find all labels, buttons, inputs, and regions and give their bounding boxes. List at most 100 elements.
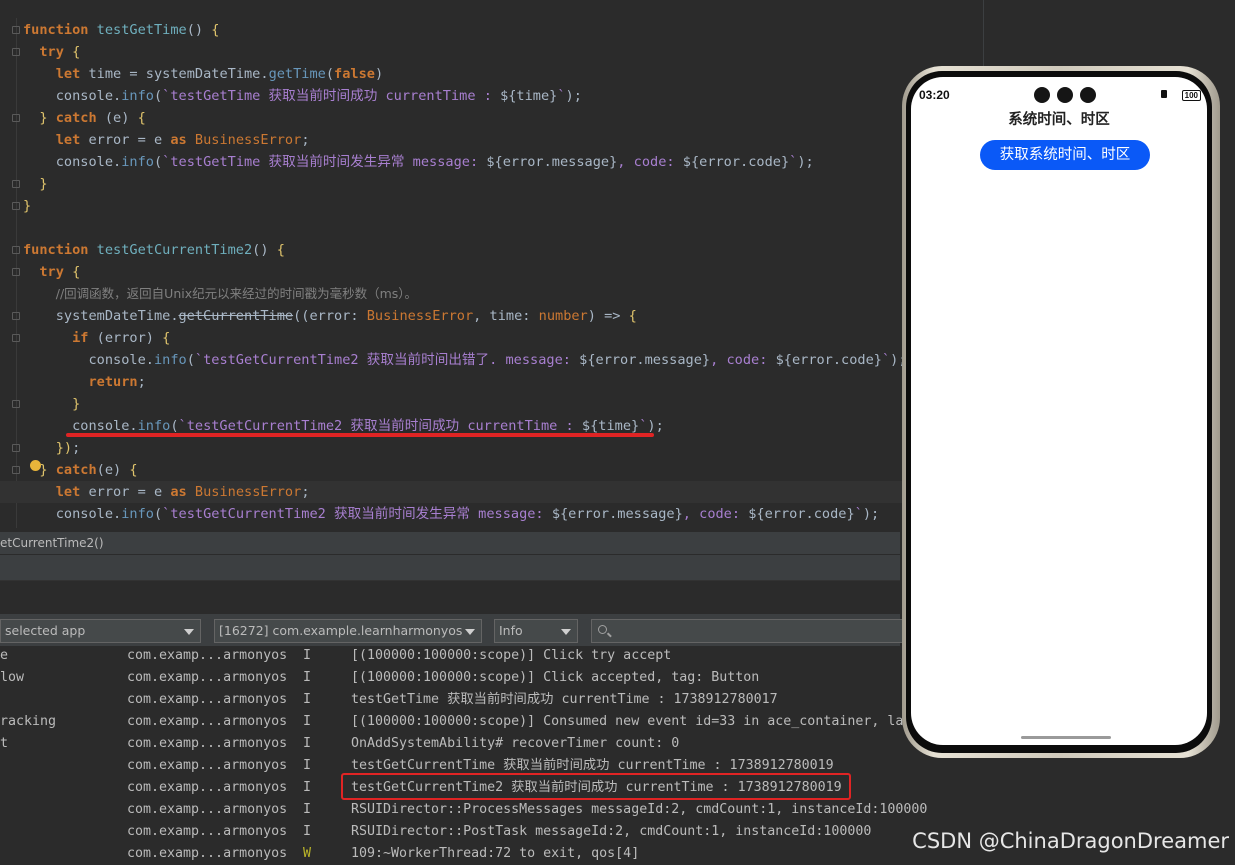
log-level: I — [303, 692, 312, 707]
code-line[interactable]: return; — [0, 371, 145, 393]
code-token: catch — [55, 462, 97, 478]
code-line[interactable]: systemDateTime.getCurrentTime((error: Bu… — [0, 305, 637, 327]
camera-icon — [1034, 87, 1050, 103]
code-line[interactable]: console.info(`testGetCurrentTime2 获取当前时间… — [0, 349, 906, 371]
log-row[interactable]: e com.examp...armonyos I [(100000:100000:sc… — [0, 645, 900, 667]
code-token: catch — [55, 110, 105, 126]
breadcrumb[interactable]: etCurrentTime2() — [0, 532, 900, 554]
code-token: , time: — [473, 308, 539, 324]
chevron-down-icon — [465, 629, 475, 635]
code-token: BusinessError — [366, 308, 474, 324]
code-line[interactable]: } — [0, 173, 48, 195]
code-line[interactable]: } catch (e) { — [0, 107, 146, 129]
code-token: number — [538, 308, 588, 324]
code-line[interactable]: console.info(`testGetTime 获取当前时间发生异常 mes… — [0, 151, 814, 173]
log-row[interactable]: t com.examp...armonyos I OnAddSystemAbility… — [0, 733, 900, 755]
fold-marker-icon[interactable] — [12, 312, 20, 320]
log-level-dropdown[interactable]: Info — [494, 619, 578, 643]
highlight-underline — [66, 433, 654, 437]
code-token: ( — [153, 506, 163, 522]
watermark: CSDN @ChinaDragonDreamer — [912, 829, 1229, 853]
home-indicator[interactable] — [1021, 736, 1111, 739]
fold-marker-icon[interactable] — [12, 466, 20, 474]
code-line[interactable]: console.info(`testGetTime 获取当前时间成功 curre… — [0, 85, 582, 107]
code-token: ${error.code} — [748, 506, 855, 522]
code-line[interactable]: let time = systemDateTime.getTime(false) — [0, 63, 383, 85]
fold-marker-icon[interactable] — [12, 400, 20, 408]
code-token: ((error: — [293, 308, 367, 324]
app-dropdown[interactable]: selected app — [0, 619, 201, 643]
log-row[interactable]: com.examp...armonyos I RSUIDirector::Proce… — [0, 799, 927, 821]
fold-marker-icon[interactable] — [12, 180, 20, 188]
page-title: 系统时间、时区 — [1008, 112, 1110, 128]
fold-marker-icon[interactable] — [12, 246, 20, 254]
fold-marker-icon[interactable] — [12, 114, 20, 122]
status-time: 03:20 — [919, 88, 950, 102]
log-level: I — [303, 714, 312, 729]
chevron-down-icon — [561, 629, 571, 635]
process-dropdown[interactable]: [16272] com.example.learnharmonyos — [214, 619, 482, 643]
log-level: I — [303, 758, 312, 773]
code-token: info — [121, 154, 154, 170]
code-line[interactable]: function testGetCurrentTime2() { — [0, 239, 285, 261]
code-line[interactable]: function testGetTime() { — [0, 19, 219, 41]
code-token: ) — [374, 66, 384, 82]
log-row[interactable]: com.examp...armonyos ItestGetTime 获取当前时间成… — [0, 689, 900, 711]
code-token: getCurrentTime — [178, 308, 294, 324]
code-token: ; — [301, 484, 310, 500]
breadcrumb-function[interactable]: etCurrentTime2() — [0, 536, 104, 550]
code-token: ${error.message} — [486, 154, 618, 170]
code-line[interactable]: //回调函数，返回自Unix纪元以来经过的时间戳为毫秒数（ms）。 — [0, 283, 417, 305]
log-message: RSUIDirector::ProcessMessages messageId:… — [351, 802, 928, 817]
code-token: , code: — [617, 154, 683, 170]
fold-marker-icon[interactable] — [12, 268, 20, 276]
code-token: ( — [186, 352, 195, 368]
fold-marker-icon[interactable] — [12, 444, 20, 452]
log-row[interactable]: com.examp...armonyos I RSUIDirector::PostT… — [0, 821, 900, 843]
fold-marker-icon[interactable] — [12, 26, 20, 34]
fold-marker-icon[interactable] — [12, 48, 20, 56]
log-filter-bar: selected app [16272] com.example.learnha… — [0, 614, 911, 646]
log-search-input[interactable] — [591, 619, 911, 643]
code-token: testGetTime — [96, 22, 187, 38]
code-line[interactable] — [0, 217, 23, 239]
code-token: { — [162, 330, 171, 346]
code-token: ${error.message} — [551, 506, 683, 522]
code-token: as — [170, 484, 195, 500]
code-token: , code: — [682, 506, 749, 522]
log-row[interactable]: racking com.examp...armonyos I [(100000:100… — [0, 711, 903, 733]
log-package: com.examp...armonyos — [127, 846, 288, 861]
code-token: ${error.message} — [579, 352, 711, 368]
log-package: com.examp...armonyos — [127, 824, 288, 839]
code-token: { — [72, 44, 81, 60]
code-token: } — [39, 176, 48, 192]
code-line[interactable]: if (error) { — [0, 327, 170, 349]
code-token: { — [137, 110, 146, 126]
code-line[interactable]: console.info(`testGetCurrentTime2 获取当前时间… — [0, 503, 879, 525]
log-row[interactable]: com.examp...armonyos W 109:~WorkerThread:7… — [0, 843, 900, 865]
code-token: time = systemDateTime. — [88, 66, 269, 82]
code-line[interactable]: } catch(e) { — [0, 459, 137, 481]
code-token: } — [39, 110, 56, 126]
fold-marker-icon[interactable] — [12, 202, 20, 210]
log-level: I — [303, 648, 312, 663]
code-line[interactable]: let error = e as BusinessError; — [0, 481, 923, 503]
code-token: ); — [647, 418, 664, 434]
code-token: getTime — [268, 66, 326, 82]
log-message: OnAddSystemAbility# recoverTimer count: … — [351, 736, 680, 751]
get-system-time-button[interactable]: 获取系统时间、时区 — [980, 140, 1150, 170]
log-row[interactable]: low com.examp...armonyos I [(100000:100000:… — [0, 667, 900, 689]
fold-marker-icon[interactable] — [12, 334, 20, 342]
code-line[interactable]: let error = e as BusinessError; — [0, 129, 310, 151]
code-token: if — [72, 330, 97, 346]
lightbulb-icon[interactable] — [30, 460, 41, 471]
log-message: [(100000:100000:scope)] Click try accept — [351, 648, 672, 663]
highlight-box — [341, 773, 851, 800]
code-token: //回调函数，返回自Unix纪元以来经过的时间戳为毫秒数（ms）。 — [55, 286, 418, 301]
phone-screen[interactable]: 03:20 100 系统时间、时区 获取系统时间、时区 — [911, 77, 1207, 745]
